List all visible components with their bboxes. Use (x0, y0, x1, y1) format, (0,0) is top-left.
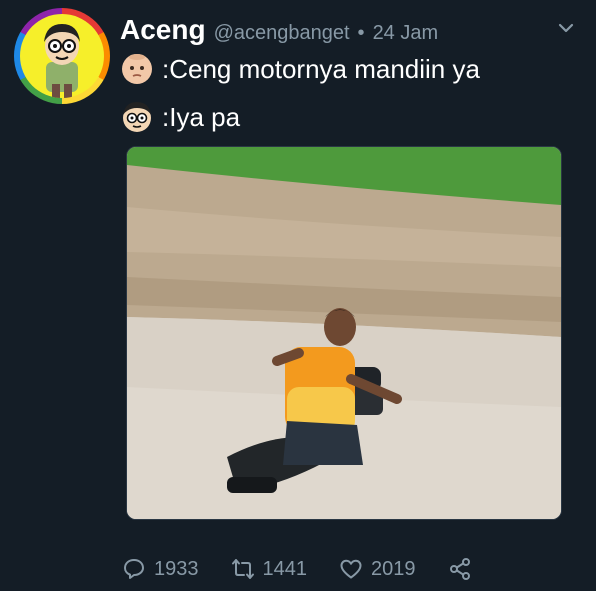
like-action[interactable]: 2019 (339, 557, 416, 581)
reply-icon (124, 559, 144, 579)
tweet-media[interactable] (126, 146, 562, 520)
display-name[interactable]: Aceng (120, 14, 206, 46)
avatar-image (20, 14, 104, 98)
tweet-line-2: :Iya pa (120, 100, 240, 134)
baby-face-emoji (122, 54, 152, 84)
header-separator: • (357, 22, 365, 44)
tweet-text-line: :Ceng motornya mandiin ya (162, 53, 480, 84)
video-thumbnail (127, 147, 561, 519)
share-icon (449, 558, 470, 580)
retweet-icon (231, 559, 254, 579)
tweet-actions: 1933 1441 2019 (122, 554, 504, 584)
share-action[interactable] (448, 557, 472, 581)
like-icon (340, 559, 362, 579)
tweet-text-line: :Iya pa (162, 101, 241, 132)
tweet-header: Aceng @acengbanget • 24 Jam (120, 14, 438, 48)
avatar[interactable] (14, 8, 110, 104)
tweet-line-1: :Ceng motornya mandiin ya (120, 52, 480, 86)
user-handle[interactable]: @acengbanget (214, 22, 350, 45)
reply-action[interactable]: 1933 (122, 557, 199, 581)
reply-count: 1933 (154, 557, 199, 580)
tweet-timestamp[interactable]: 24 Jam (373, 22, 439, 45)
like-count: 2019 (371, 557, 416, 580)
retweet-count: 1441 (262, 557, 308, 580)
boy-glasses-emoji (123, 102, 151, 132)
retweet-action[interactable]: 1441 (231, 557, 308, 581)
chevron-down-icon[interactable] (556, 18, 576, 38)
